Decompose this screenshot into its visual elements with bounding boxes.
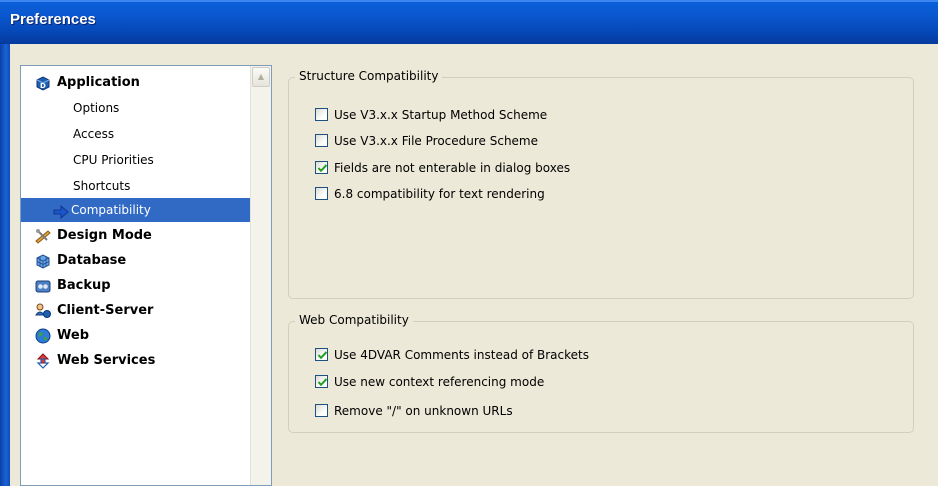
tree-item-cpu-priorities[interactable]: CPU Priorities [73,148,154,172]
web-globe-icon [35,328,51,344]
tree-item-compatibility[interactable]: Compatibility [21,198,250,222]
window-frame-left [0,44,10,486]
tree-label: Client-Server [57,303,154,318]
preferences-tree[interactable]: D Application Options Access CPU Priorit… [20,65,272,486]
client-server-icon [35,303,51,319]
checkmark-icon [317,351,328,360]
scroll-up-button[interactable]: ▲ [252,67,270,87]
web-services-icon [35,353,51,369]
tree-item-options[interactable]: Options [73,96,119,120]
tree-scrollbar[interactable]: ▲ [250,66,271,485]
group-legend: Structure Compatibility [295,69,443,83]
application-icon: D [35,75,51,91]
checkmark-icon [317,164,328,173]
svg-text:D: D [40,82,46,90]
tree-label: Backup [57,278,111,293]
tree-item-shortcuts[interactable]: Shortcuts [73,174,130,198]
tree-label: Compatibility [71,203,151,217]
checkbox-label: Use V3.x.x Startup Method Scheme [334,108,548,122]
web-compatibility-group: Web Compatibility Use 4DVAR Comments ins… [288,313,914,433]
design-mode-icon [35,228,51,244]
checkmark-icon [317,378,328,387]
tree-label: Shortcuts [73,179,131,193]
tree-item-access[interactable]: Access [73,122,114,146]
group-legend: Web Compatibility [295,313,413,327]
tree-label: Web [57,328,89,343]
checkbox-box[interactable] [315,375,328,388]
checkbox-label: Use V3.x.x File Procedure Scheme [334,134,538,148]
checkbox-label: Remove "/" on unknown URLs [334,404,513,418]
backup-icon [35,278,51,294]
tree-label: Access [73,127,115,141]
checkbox-label: Use new context referencing mode [334,375,545,389]
title-bar[interactable]: Preferences [0,0,938,44]
tree-label: Design Mode [57,228,152,243]
structure-compatibility-group: Structure Compatibility Use V3.x.x Start… [288,69,914,299]
database-icon [35,253,51,269]
checkbox-label: Use 4DVAR Comments instead of Brackets [334,348,589,362]
tree-label: CPU Priorities [73,153,154,167]
window-title: Preferences [10,11,96,28]
checkbox-box[interactable] [315,108,328,121]
tree-label: Database [57,253,127,268]
checkbox-box[interactable] [315,187,328,200]
arrow-right-icon [53,203,69,219]
checkbox-box[interactable] [315,161,328,174]
checkbox-box[interactable] [315,404,328,417]
tree-label: Application [57,75,140,90]
checkbox-box[interactable] [315,134,328,147]
checkbox-label: 6.8 compatibility for text rendering [334,187,545,201]
checkbox-box[interactable] [315,348,328,361]
checkbox-label: Fields are not enterable in dialog boxes [334,161,571,175]
tree-label: Web Services [57,353,156,368]
tree-label: Options [73,101,120,115]
